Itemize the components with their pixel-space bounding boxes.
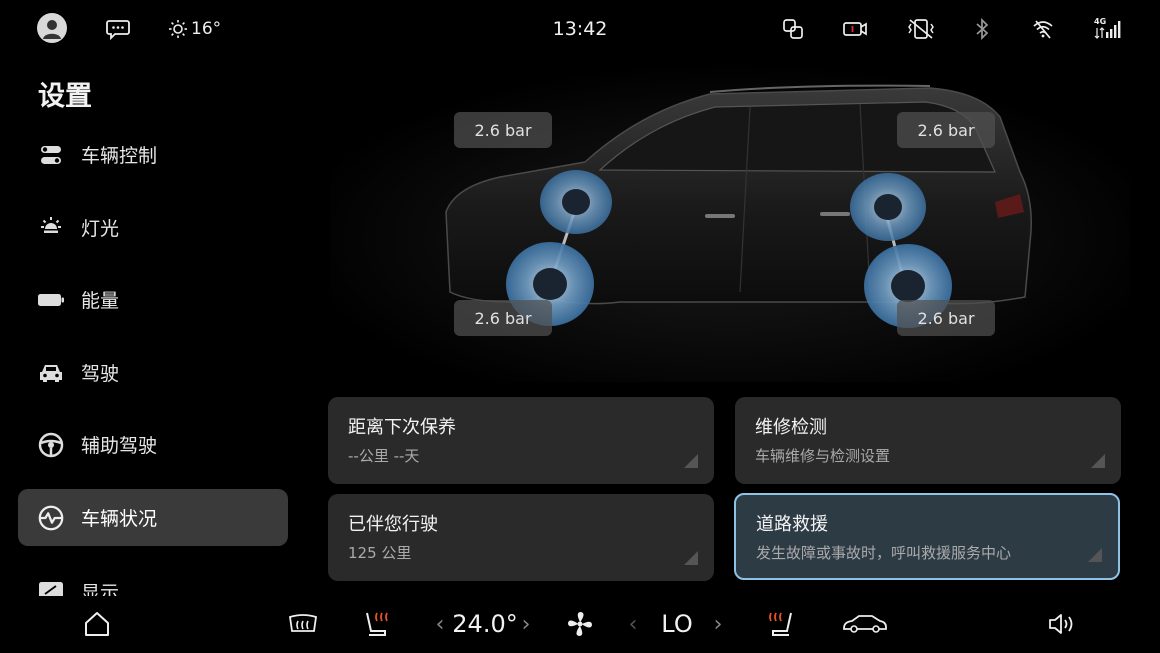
card-subtitle: 发生故障或事故时，呼叫救援服务中心: [756, 544, 1012, 562]
weather[interactable]: 16°: [168, 14, 221, 44]
roadside-assistance-card[interactable]: 道路救援 发生故障或事故时，呼叫救援服务中心: [734, 493, 1120, 580]
display-icon: [37, 578, 65, 596]
vehicle-status-icon: [37, 504, 65, 532]
tire-pressure-front-right: 2.6 bar: [897, 112, 995, 148]
sidebar-item-vehicle-status[interactable]: 车辆状况: [18, 489, 288, 546]
seat-heat-left-button[interactable]: [362, 604, 392, 644]
climate-bar: ‹ 24.0° › ‹ LO ›: [0, 596, 1160, 653]
volume-icon: [1049, 614, 1073, 634]
maintenance-card[interactable]: 距离下次保养 --公里 --天: [328, 397, 714, 484]
corner-triangle-icon: [1088, 548, 1102, 562]
status-bar: 16° 13:42 4G: [0, 0, 1160, 58]
bluetooth-icon[interactable]: [975, 14, 989, 44]
seat-heat-right-icon: [769, 612, 792, 636]
sidebar-item-driving[interactable]: 驾驶: [18, 344, 288, 401]
passenger-temperature: LO: [661, 610, 693, 638]
4g-signal-icon: 4G: [1094, 14, 1122, 44]
toggle-icon: [37, 141, 65, 169]
weather-temperature: 16°: [191, 19, 222, 39]
seat-heat-right-button[interactable]: [766, 604, 796, 644]
repair-inspection-card[interactable]: 维修检测 车辆维修与检测设置: [735, 397, 1121, 484]
battery-icon: [37, 286, 65, 314]
seat-heat-icon: [366, 612, 388, 636]
car-front-icon: [37, 359, 65, 387]
sidebar-item-vehicle-control[interactable]: 车辆控制: [18, 126, 288, 183]
fan-icon: [568, 612, 592, 636]
tire-pressure-rear-left: 2.6 bar: [454, 300, 552, 336]
sidebar-item-label: 灯光: [81, 218, 120, 240]
card-subtitle: 车辆维修与检测设置: [755, 447, 891, 465]
home-icon: [85, 612, 109, 636]
passenger-temp-decrease[interactable]: ‹: [625, 604, 641, 644]
tire-pressure-front-left: 2.6 bar: [454, 112, 552, 148]
driver-temperature: 24.0°: [452, 610, 518, 638]
driver-temp-increase[interactable]: ›: [518, 604, 534, 644]
mileage-card[interactable]: 已伴您行驶 125 公里: [328, 494, 714, 581]
card-subtitle: 125 公里: [348, 544, 412, 562]
volume-button[interactable]: [1046, 604, 1078, 644]
car-side-icon: [843, 615, 887, 633]
screen-mirror-icon[interactable]: [782, 14, 804, 44]
rear-defrost-button[interactable]: [286, 604, 320, 644]
message-icon[interactable]: [106, 14, 130, 44]
sidebar-item-energy[interactable]: 能量: [18, 271, 288, 328]
card-title: 距离下次保养: [348, 417, 456, 438]
corner-triangle-icon: [684, 454, 698, 468]
car-settings-button[interactable]: [842, 604, 888, 644]
corner-triangle-icon: [1091, 454, 1105, 468]
fan-button[interactable]: [564, 604, 596, 644]
sidebar-item-display[interactable]: 显示: [18, 560, 288, 596]
card-title: 道路救援: [756, 514, 828, 535]
light-icon: [37, 214, 65, 242]
card-subtitle: --公里 --天: [348, 447, 420, 465]
dashcam-icon[interactable]: [843, 14, 867, 44]
passenger-temp-increase[interactable]: ›: [710, 604, 726, 644]
vehicle-tire-pressure-view: 2.6 bar 2.6 bar 2.6 bar 2.6 bar: [330, 62, 1130, 382]
tire-pressure-rear-right: 2.6 bar: [897, 300, 995, 336]
vibration-off-icon[interactable]: [906, 14, 936, 44]
sun-icon: [169, 20, 187, 38]
card-title: 维修检测: [755, 417, 827, 438]
sidebar-item-lights[interactable]: 灯光: [18, 199, 288, 256]
sidebar-item-label: 车辆状况: [81, 508, 158, 530]
sidebar-item-label: 驾驶: [81, 363, 120, 385]
sidebar-item-driver-assist[interactable]: 辅助驾驶: [18, 416, 288, 473]
sidebar-item-label: 辅助驾驶: [81, 435, 158, 457]
avatar-icon: [43, 20, 61, 39]
steering-wheel-icon: [37, 431, 65, 459]
wifi-off-icon[interactable]: [1032, 14, 1054, 44]
sidebar-item-label: 能量: [81, 290, 120, 312]
driver-temp-decrease[interactable]: ‹: [432, 604, 448, 644]
rear-defrost-icon: [289, 614, 317, 632]
corner-triangle-icon: [684, 551, 698, 565]
sidebar-item-label: 显示: [81, 582, 120, 596]
avatar[interactable]: [37, 13, 67, 43]
page-title: 设置: [38, 81, 92, 112]
sidebar-item-label: 车辆控制: [81, 145, 158, 167]
car-illustration: [330, 62, 1130, 382]
card-title: 已伴您行驶: [348, 514, 438, 535]
home-button[interactable]: [80, 604, 114, 644]
